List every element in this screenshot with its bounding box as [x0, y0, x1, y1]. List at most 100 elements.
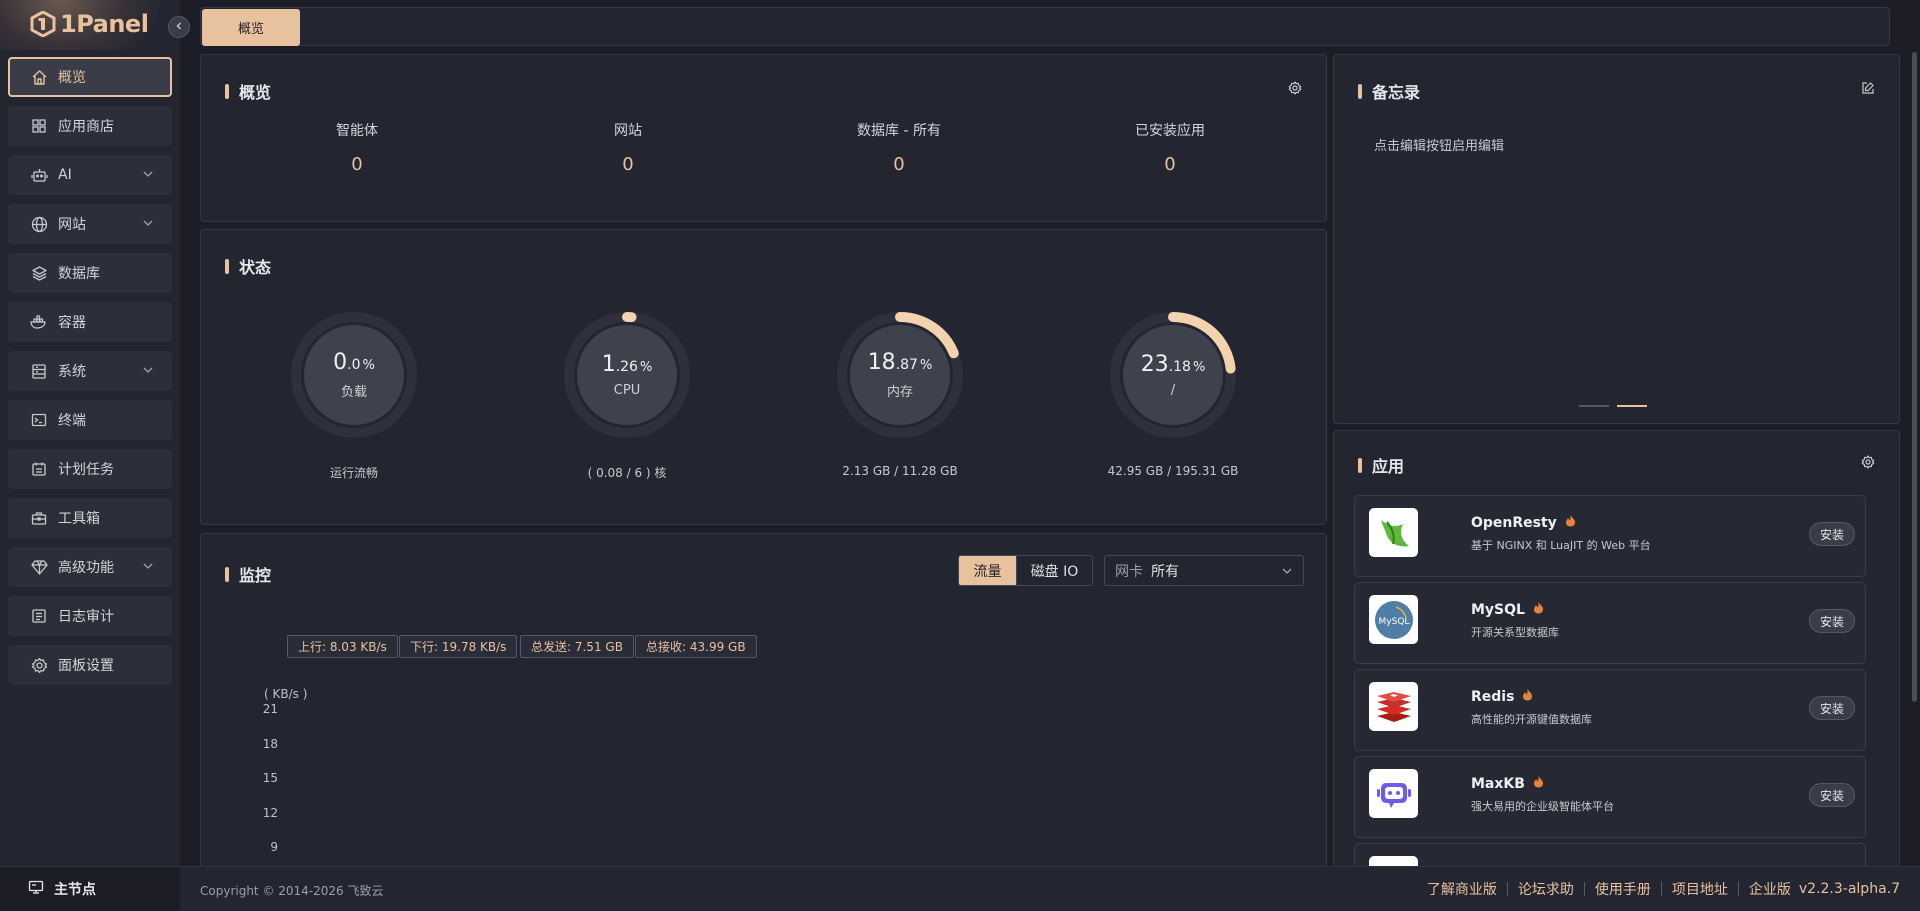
sidebar-item-log-audit[interactable]: 日志审计	[8, 596, 172, 636]
pager-dot[interactable]	[1579, 405, 1609, 407]
sidebar-item-settings[interactable]: 面板设置	[8, 645, 172, 685]
memo-hint: 点击编辑按钮启用编辑	[1374, 139, 1505, 154]
link-forum[interactable]: 论坛求助	[1518, 879, 1574, 899]
gauge-disk[interactable]: 23.18% / 42.95 GB / 195.31 GB	[1073, 310, 1273, 478]
gauge-memory[interactable]: 18.87% 内存 2.13 GB / 11.28 GB	[800, 310, 1000, 478]
sidebar-menu: 概览 应用商店 AI 网站 数据库 容器 系统 终端 计划任务 工具箱 高级功能…	[8, 57, 172, 694]
y-tick: 12	[262, 806, 278, 820]
total-sent-chip: 总发送: 7.51 GB	[520, 635, 634, 658]
sidebar-item-label: 网站	[58, 217, 86, 233]
app-item-maxkb[interactable]: MaxKB 强大易用的企业级智能体平台 安装	[1354, 756, 1866, 838]
y-tick: 9	[270, 840, 278, 854]
hot-icon	[1533, 601, 1544, 618]
chevron-down-icon	[142, 168, 154, 180]
node-switcher[interactable]: 主节点	[0, 866, 180, 911]
sidebar-item-label: 工具箱	[58, 511, 100, 527]
footer: Copyright © 2014-2026 飞致云 了解商业版 论坛求助 使用手…	[180, 866, 1920, 911]
overview-item-installed-apps[interactable]: 已安装应用 0	[1070, 120, 1270, 175]
card-title: 监控	[225, 562, 271, 586]
sidebar-item-advanced[interactable]: 高级功能	[8, 547, 172, 587]
edit-icon[interactable]	[1861, 81, 1875, 95]
toolbox-icon	[30, 509, 48, 527]
gear-icon[interactable]	[1861, 455, 1875, 469]
sidebar-item-label: 概览	[58, 70, 86, 86]
gauge-cpu[interactable]: 1.26% CPU ( 0.08 / 6 ) 核	[527, 310, 727, 481]
link-project[interactable]: 项目地址	[1672, 879, 1728, 899]
diamond-icon	[30, 558, 48, 576]
gauge-load[interactable]: 0.0% 负载 运行流畅	[254, 310, 454, 481]
home-icon	[30, 68, 48, 86]
nic-select[interactable]: 网卡 所有	[1104, 555, 1304, 586]
app-item-redis[interactable]: Redis 高性能的开源键值数据库 安装	[1354, 669, 1866, 751]
sidebar: 1Panel 概览 应用商店 AI 网站 数据库 容器 系统 终端 计划任务 工…	[0, 0, 180, 911]
sidebar-item-toolbox[interactable]: 工具箱	[8, 498, 172, 538]
memo-pager	[1579, 405, 1647, 407]
install-button[interactable]: 安装	[1809, 783, 1855, 807]
log-icon	[30, 607, 48, 625]
calendar-icon	[30, 460, 48, 478]
logo-area: 1Panel	[0, 0, 180, 50]
status-card: 状态 0.0% 负载 运行流畅 1.26% CPU ( 0.08 / 6 ) 核…	[200, 229, 1327, 525]
terminal-icon	[30, 411, 48, 429]
tab-overview[interactable]: 概览	[202, 9, 300, 46]
app-item-openresty[interactable]: OpenResty 基于 NGINX 和 LuaJIT 的 Web 平台 安装	[1354, 495, 1866, 577]
install-button[interactable]: 安装	[1809, 696, 1855, 720]
install-button[interactable]: 安装	[1809, 609, 1855, 633]
link-manual[interactable]: 使用手册	[1595, 879, 1651, 899]
sidebar-item-label: 数据库	[58, 266, 100, 282]
axis-unit-label: ( KB/s )	[264, 687, 308, 701]
tab-traffic[interactable]: 流量	[959, 556, 1016, 585]
sidebar-item-label: 应用商店	[58, 119, 114, 135]
sidebar-item-database[interactable]: 数据库	[8, 253, 172, 293]
maxkb-logo	[1369, 769, 1418, 818]
gear-icon[interactable]	[1288, 81, 1302, 95]
chevron-down-icon	[1281, 565, 1293, 577]
hot-icon	[1522, 688, 1533, 705]
version-label: v2.2.3-alpha.7	[1798, 881, 1900, 897]
total-received-chip: 总接收: 43.99 GB	[635, 635, 757, 658]
pager-dot-active[interactable]	[1617, 405, 1647, 407]
install-button[interactable]: 安装	[1809, 522, 1855, 546]
robot-icon	[30, 166, 48, 184]
sidebar-item-label: 容器	[58, 315, 86, 331]
sidebar-item-app-store[interactable]: 应用商店	[8, 106, 172, 146]
y-tick: 18	[262, 737, 278, 751]
overview-card: 概览 智能体 0 网站 0 数据库 - 所有 0 已安装应用 0	[200, 54, 1327, 222]
hot-icon	[1533, 775, 1544, 792]
collapse-sidebar-button[interactable]	[168, 16, 190, 38]
tab-disk-io[interactable]: 磁盘 IO	[1016, 556, 1092, 585]
upload-rate-chip: 上行: 8.03 KB/s	[287, 635, 398, 658]
link-commercial[interactable]: 了解商业版	[1427, 879, 1497, 899]
sidebar-item-website[interactable]: 网站	[8, 204, 172, 244]
overview-item-databases[interactable]: 数据库 - 所有 0	[799, 120, 999, 175]
brand-logo[interactable]: 1Panel	[30, 10, 149, 38]
page-scrollbar[interactable]	[1912, 52, 1917, 702]
chevron-down-icon	[142, 364, 154, 376]
overview-item-websites[interactable]: 网站 0	[528, 120, 728, 175]
sidebar-item-container[interactable]: 容器	[8, 302, 172, 342]
overview-item-agents[interactable]: 智能体 0	[257, 120, 457, 175]
sidebar-item-ai[interactable]: AI	[8, 155, 172, 195]
card-title: 应用	[1358, 453, 1404, 477]
app-item-mysql[interactable]: MySQL MySQL 开源关系型数据库 安装	[1354, 582, 1866, 664]
chevron-left-icon	[174, 20, 184, 34]
sidebar-item-label: 日志审计	[58, 609, 114, 625]
logo-icon	[30, 10, 56, 38]
download-rate-chip: 下行: 19.78 KB/s	[399, 635, 518, 658]
sidebar-item-label: 终端	[58, 413, 86, 429]
card-title: 状态	[225, 254, 271, 278]
sidebar-item-system[interactable]: 系统	[8, 351, 172, 391]
sidebar-item-overview[interactable]: 概览	[8, 57, 172, 97]
sidebar-item-terminal[interactable]: 终端	[8, 400, 172, 440]
hot-icon	[1565, 514, 1576, 531]
globe-icon	[30, 215, 48, 233]
y-tick: 15	[262, 771, 278, 785]
apps-card: 应用 OpenResty 基于 NGINX 和 LuaJIT 的 Web 平台 …	[1333, 430, 1900, 873]
edition-label[interactable]: 企业版	[1749, 879, 1791, 899]
grid-icon	[30, 117, 48, 135]
footer-links: 了解商业版 论坛求助 使用手册 项目地址 企业版 v2.2.3-alpha.7	[1427, 879, 1900, 899]
copyright: Copyright © 2014-2026 飞致云	[200, 884, 384, 898]
redis-logo	[1369, 682, 1418, 731]
sidebar-item-cron[interactable]: 计划任务	[8, 449, 172, 489]
sidebar-item-label: 高级功能	[58, 560, 114, 576]
